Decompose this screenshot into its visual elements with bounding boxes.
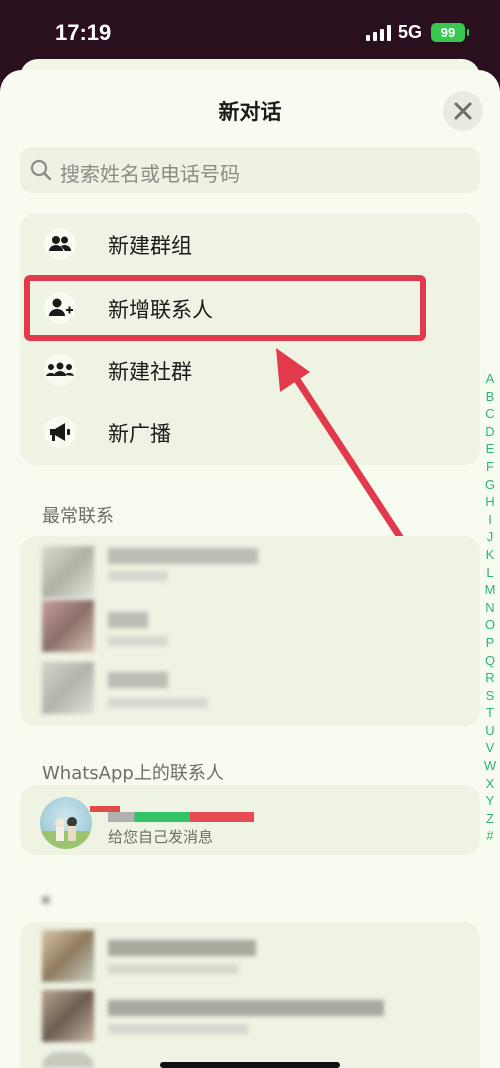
avatar[interactable] [42,600,94,652]
redaction-bar [108,812,254,822]
list-item [108,636,168,646]
index-letter-c[interactable]: C [480,405,500,423]
list-item[interactable] [108,548,258,564]
index-letter-hash[interactable]: # [480,827,500,845]
index-letter-i[interactable]: I [480,511,500,529]
list-item [108,571,168,581]
index-letter-j[interactable]: J [480,528,500,546]
index-letter-w[interactable]: W [480,757,500,775]
index-letter-n[interactable]: N [480,599,500,617]
index-letter-x[interactable]: X [480,775,500,793]
index-letter-m[interactable]: M [480,581,500,599]
list-item[interactable] [108,940,256,956]
index-letter-r[interactable]: R [480,669,500,687]
profile-photo-icon [40,817,92,849]
list-item[interactable] [108,612,148,628]
avatar[interactable] [42,546,94,598]
index-letter-y[interactable]: Y [480,792,500,810]
avatar[interactable] [42,1052,94,1068]
index-letter-z[interactable]: Z [480,810,500,828]
index-letter-o[interactable]: O [480,616,500,634]
list-item[interactable] [108,1000,384,1016]
avatar[interactable] [42,662,94,714]
list-item [108,698,208,708]
section-frequent: 最常联系 [42,506,114,527]
avatar[interactable] [42,930,94,982]
alphabet-index[interactable]: A B C D E F G H I J K L M N O P Q R S T U V W X Y Z # [480,370,500,845]
avatar [40,797,92,849]
index-letter-a[interactable]: A [480,370,500,388]
section-whatsapp-contacts: WhatsApp上的联系人 [42,763,224,784]
section-letter [42,896,50,904]
index-letter-f[interactable]: F [480,458,500,476]
index-letter-v[interactable]: V [480,739,500,757]
avatar[interactable] [42,990,94,1042]
index-letter-l[interactable]: L [480,564,500,582]
annotation-arrow-icon [276,348,406,544]
list-item [108,964,238,974]
self-contact-subtitle: 给您自己发消息 [108,828,214,846]
index-letter-t[interactable]: T [480,704,500,722]
index-letter-h[interactable]: H [480,493,500,511]
index-letter-q[interactable]: Q [480,652,500,670]
index-letter-b[interactable]: B [480,388,500,406]
index-letter-d[interactable]: D [480,423,500,441]
index-letter-g[interactable]: G [480,476,500,494]
index-letter-u[interactable]: U [480,722,500,740]
list-item[interactable] [108,672,168,688]
index-letter-k[interactable]: K [480,546,500,564]
index-letter-s[interactable]: S [480,687,500,705]
index-letter-p[interactable]: P [480,634,500,652]
list-item [108,1024,248,1034]
home-indicator [160,1062,340,1068]
index-letter-e[interactable]: E [480,440,500,458]
